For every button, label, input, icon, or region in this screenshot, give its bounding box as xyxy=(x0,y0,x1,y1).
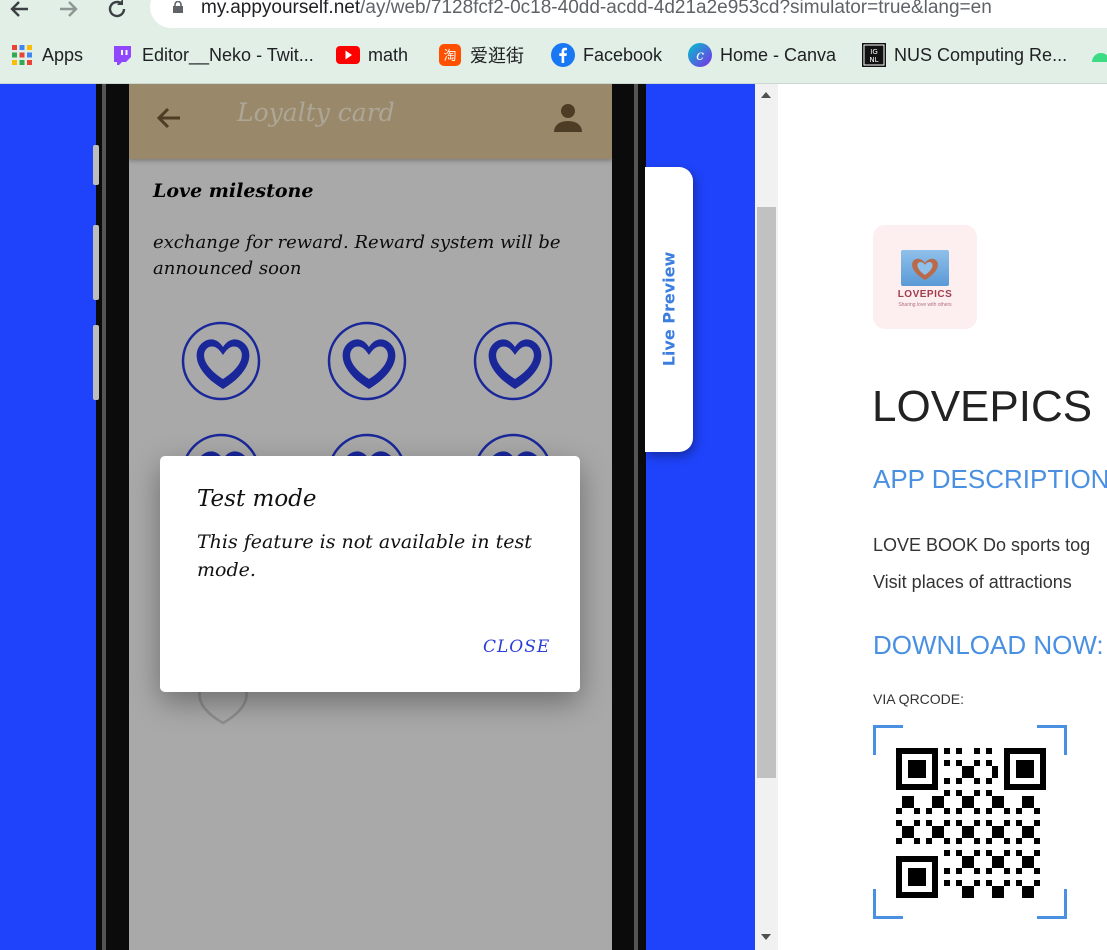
app-icon: LOVEPICS Sharing love with others xyxy=(873,225,977,329)
apps-grid-icon xyxy=(10,43,34,67)
bookmark-label: Apps xyxy=(42,44,84,65)
url-path: /ay/web/7128fcf2-0c18-40dd-acdd-4d21a2e9… xyxy=(360,0,992,18)
reload-button[interactable] xyxy=(102,0,132,24)
browser-toolbar: my.appyourself.net/ay/web/7128fcf2-0c18-… xyxy=(0,0,1107,84)
bookmark-label: NUS Computing Re... xyxy=(894,44,1068,65)
qr-code[interactable] xyxy=(896,748,1046,898)
phone-side-button xyxy=(93,145,99,185)
live-preview-label: Live Preview xyxy=(659,251,679,367)
facebook-icon xyxy=(551,43,575,67)
arrow-right-icon xyxy=(60,1,78,17)
canva-icon: c xyxy=(688,43,712,67)
bookmark-apps[interactable]: Apps xyxy=(10,41,83,69)
back-button[interactable] xyxy=(5,0,35,24)
description-line-2: Visit places of attractions xyxy=(873,572,1072,592)
phone-volume-down xyxy=(93,325,99,400)
reload-icon xyxy=(108,0,126,18)
bookmark-canva[interactable]: c Home - Canva xyxy=(688,41,836,69)
scroll-down-arrow-icon[interactable] xyxy=(761,934,771,940)
lock-icon xyxy=(173,1,183,13)
dialog-title: Test mode xyxy=(197,486,317,512)
dialog-message: This feature is not available in test mo… xyxy=(197,531,532,581)
description-line-1: LOVE BOOK Do sports tog xyxy=(873,535,1091,555)
youtube-icon xyxy=(336,43,360,67)
bookmark-nus-computing[interactable]: IG NL NUS Computing Re... xyxy=(862,41,1067,69)
forward-button[interactable] xyxy=(53,0,83,24)
bookmark-label: 爱逛街 xyxy=(470,46,524,66)
bookmark-label: Editor__Neko - Twit... xyxy=(142,44,314,65)
svg-text:淘: 淘 xyxy=(443,49,456,64)
android-icon[interactable] xyxy=(1090,46,1107,64)
taobao-icon: 淘 xyxy=(438,43,462,67)
icon-tagline: Sharing love with others xyxy=(898,302,952,308)
live-preview-tab[interactable]: Live Preview xyxy=(645,167,693,452)
url-host: my.appyourself.net xyxy=(201,0,361,18)
bookmark-label: math xyxy=(368,44,409,65)
phone-volume-up xyxy=(93,225,99,300)
icon-brand-text: LOVEPICS xyxy=(897,289,953,300)
hands-heart-photo xyxy=(901,250,949,286)
phone-bezel-right xyxy=(634,84,638,950)
twitch-icon xyxy=(110,43,134,67)
description-heading: APP DESCRIPTION xyxy=(873,464,1107,494)
bookmark-facebook[interactable]: Facebook xyxy=(551,41,662,69)
bookmark-math[interactable]: math xyxy=(336,41,408,69)
qr-label: VIA QRCODE: xyxy=(873,691,965,707)
scroll-up-arrow-icon[interactable] xyxy=(761,92,771,98)
svg-text:IG: IG xyxy=(870,48,878,56)
svg-text:NL: NL xyxy=(869,56,878,64)
arrow-left-icon xyxy=(10,1,28,17)
app-info-panel: LOVEPICS Sharing love with others LOVEPI… xyxy=(778,84,1107,950)
bookmark-taobao[interactable]: 淘 爱逛街 xyxy=(438,41,524,69)
url-text[interactable]: my.appyourself.net/ay/web/7128fcf2-0c18-… xyxy=(201,0,992,19)
phone-bezel-left xyxy=(102,84,106,950)
scrollbar-thumb[interactable] xyxy=(757,207,776,778)
bookmark-label: Home - Canva xyxy=(720,44,837,65)
download-heading: DOWNLOAD NOW: xyxy=(873,630,1104,660)
dialog-close-button[interactable]: CLOSE xyxy=(483,637,550,657)
svg-text:c: c xyxy=(696,48,704,64)
app-name: LOVEPICS xyxy=(872,382,1093,431)
test-mode-dialog: Test mode This feature is not available … xyxy=(160,456,580,692)
bookmark-label: Facebook xyxy=(583,44,663,65)
bookmark-twitch[interactable]: Editor__Neko - Twit... xyxy=(110,41,314,69)
ignl-icon: IG NL xyxy=(862,43,886,67)
